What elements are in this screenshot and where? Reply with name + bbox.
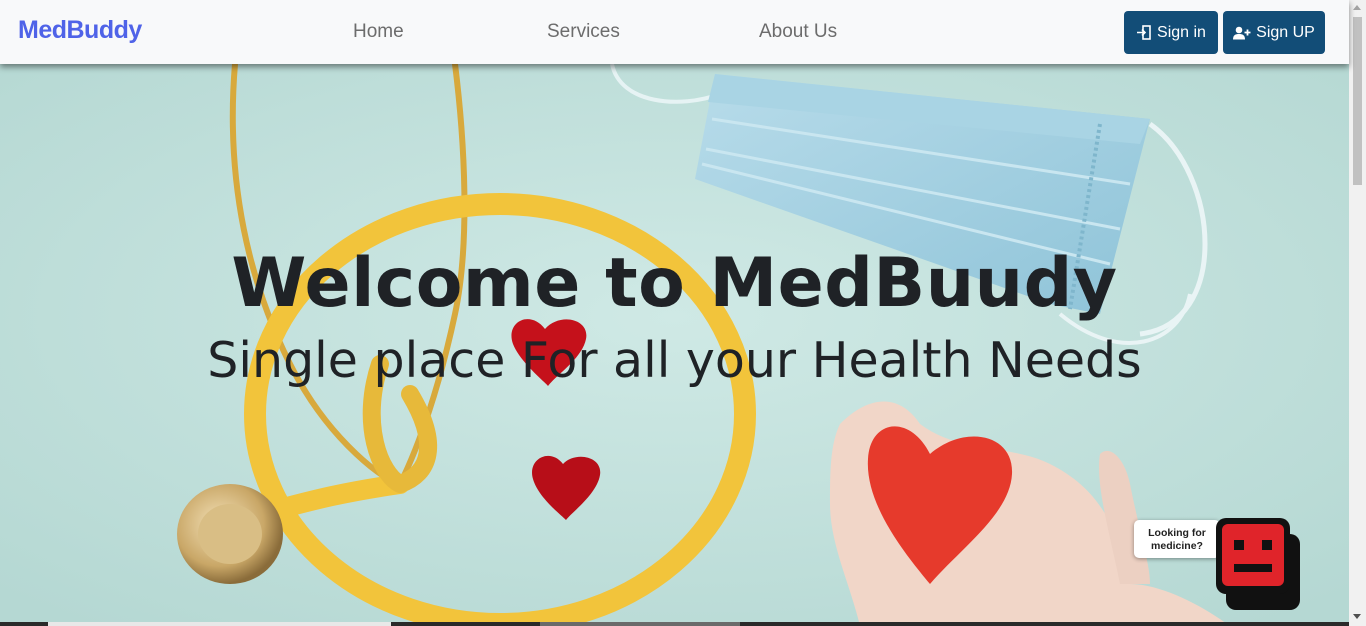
chat-prompt-line1: Looking for [1148,527,1206,539]
sign-up-button[interactable]: Sign UP [1223,11,1325,54]
sign-in-button[interactable]: Sign in [1124,11,1218,54]
hero-subtitle: Single place For all your Health Needs [207,332,1142,389]
nav-link-about-us[interactable]: About Us [759,21,837,43]
sign-up-label: Sign UP [1256,23,1315,41]
sign-in-label: Sign in [1157,23,1206,41]
chat-prompt-line2: medicine? [1151,540,1203,552]
hero-title: Welcome to MedBuudy [231,244,1118,323]
nav-link-home[interactable]: Home [353,21,404,43]
page-bottom-edge [0,622,1349,626]
scroll-down-arrow-icon[interactable] [1353,614,1361,619]
navbar: MedBuddy Home Services About Us Sign in … [0,0,1349,64]
sign-in-icon [1136,25,1152,40]
scroll-up-arrow-icon[interactable] [1353,5,1361,10]
chatbot-robot-icon[interactable] [1212,514,1304,618]
vertical-scrollbar[interactable] [1349,0,1366,626]
chat-prompt-bubble[interactable]: Looking for medicine? [1134,520,1220,558]
nav-link-services[interactable]: Services [547,21,620,43]
scrollbar-thumb[interactable] [1353,17,1362,185]
brand-logo[interactable]: MedBuddy [18,16,142,45]
add-user-icon [1233,26,1251,40]
